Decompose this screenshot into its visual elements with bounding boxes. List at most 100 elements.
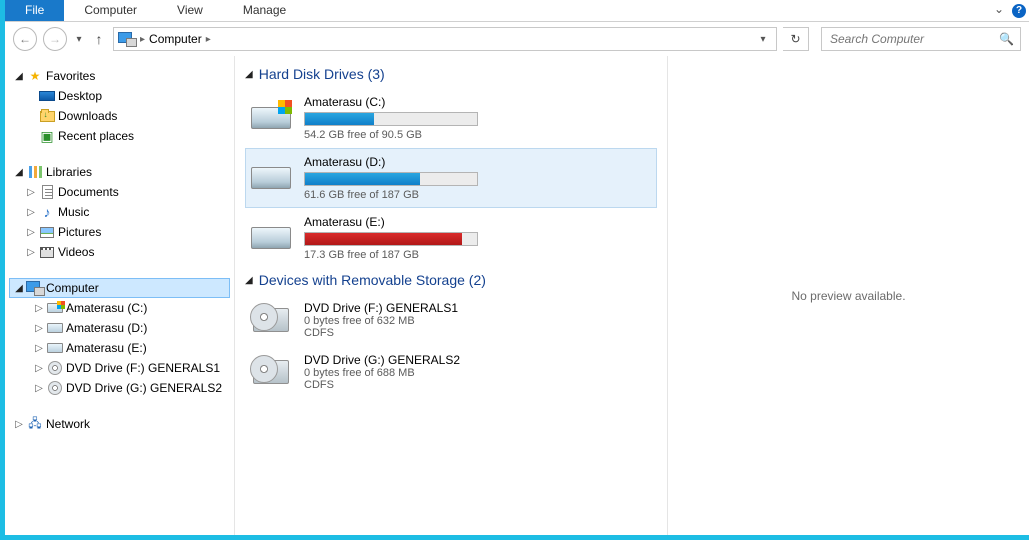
tree-node-downloads[interactable]: Downloads	[9, 106, 230, 126]
expand-icon[interactable]: ▷	[24, 207, 38, 218]
tree-node-drive-e[interactable]: ▷ Amaterasu (E:)	[9, 338, 230, 358]
tree-node-drive-g[interactable]: ▷ DVD Drive (G:) GENERALS2	[9, 378, 230, 398]
hdd-os-icon	[47, 303, 63, 313]
tree-node-favorites[interactable]: ◢ ★ Favorites	[9, 66, 230, 86]
group-header-hdd[interactable]: ◢ Hard Disk Drives (3)	[245, 66, 657, 82]
tree-group-libraries: ◢ Libraries ▷ Documents ▷ ♪ Music ▷	[9, 162, 230, 262]
tree-label: Libraries	[46, 165, 92, 179]
search-input[interactable]	[828, 31, 999, 47]
drive-item[interactable]: Amaterasu (D:) 61.6 GB free of 187 GB	[245, 148, 657, 208]
dvd-icon	[48, 381, 62, 395]
drive-free-text: 0 bytes free of 688 MB	[304, 367, 646, 379]
documents-icon	[42, 185, 53, 199]
hdd-icon	[251, 107, 291, 129]
tree-node-computer[interactable]: ◢ Computer	[9, 278, 230, 298]
computer-icon	[26, 281, 44, 295]
search-icon: 🔍	[999, 32, 1014, 46]
tree-node-drive-d[interactable]: ▷ Amaterasu (D:)	[9, 318, 230, 338]
collapse-icon[interactable]: ◢	[12, 167, 26, 178]
dvd-icon	[253, 308, 289, 332]
tree-node-videos[interactable]: ▷ Videos	[9, 242, 230, 262]
tree-label: Computer	[46, 281, 99, 295]
libraries-icon	[29, 166, 42, 178]
group-header-removable[interactable]: ◢ Devices with Removable Storage (2)	[245, 272, 657, 288]
expand-icon[interactable]: ▷	[32, 363, 46, 374]
drive-name: DVD Drive (F:) GENERALS1	[304, 301, 646, 315]
ribbon-tab-view[interactable]: View	[157, 0, 223, 21]
help-button[interactable]: ?	[1009, 0, 1029, 21]
chevron-right-icon: ▸	[140, 34, 145, 45]
address-history-button[interactable]: ▾	[754, 34, 772, 45]
tree-label: DVD Drive (F:) GENERALS1	[66, 361, 220, 375]
tree-label: Pictures	[58, 225, 101, 239]
expand-icon[interactable]: ▷	[32, 383, 46, 394]
collapse-icon[interactable]: ◢	[12, 283, 26, 294]
tree-node-libraries[interactable]: ◢ Libraries	[9, 162, 230, 182]
chevron-right-icon: ▸	[206, 34, 211, 45]
drive-free-text: 17.3 GB free of 187 GB	[304, 249, 646, 261]
tree-label: DVD Drive (G:) GENERALS2	[66, 381, 222, 395]
computer-icon	[118, 32, 136, 46]
network-icon: 🖧	[26, 416, 44, 432]
tree-label: Network	[46, 417, 90, 431]
tree-node-drive-f[interactable]: ▷ DVD Drive (F:) GENERALS1	[9, 358, 230, 378]
tree-label: Favorites	[46, 69, 95, 83]
tree-node-recent-places[interactable]: ▣ Recent places	[9, 126, 230, 146]
drive-item[interactable]: DVD Drive (F:) GENERALS10 bytes free of …	[245, 294, 657, 346]
up-button[interactable]: ↑	[91, 31, 107, 47]
expand-icon[interactable]: ▷	[24, 247, 38, 258]
tree-node-pictures[interactable]: ▷ Pictures	[9, 222, 230, 242]
refresh-button[interactable]: ↻	[783, 27, 809, 51]
tree-node-music[interactable]: ▷ ♪ Music	[9, 202, 230, 222]
drive-name: Amaterasu (D:)	[304, 155, 646, 169]
search-box[interactable]: 🔍	[821, 27, 1021, 51]
expand-icon[interactable]: ▷	[24, 227, 38, 238]
tree-label: Amaterasu (C:)	[66, 301, 147, 315]
drive-filesystem: CDFS	[304, 327, 646, 339]
expand-icon[interactable]: ▷	[12, 419, 26, 430]
tree-node-documents[interactable]: ▷ Documents	[9, 182, 230, 202]
tree-group-computer: ◢ Computer ▷ Amaterasu (C:) ▷ Amaterasu …	[9, 278, 230, 398]
ribbon: File Computer View Manage ⌄ ?	[5, 0, 1029, 22]
collapse-icon[interactable]: ◢	[245, 69, 253, 80]
hdd-icon	[251, 167, 291, 189]
address-bar[interactable]: ▸ Computer ▸ ▾	[113, 27, 777, 51]
expand-icon[interactable]: ▷	[32, 303, 46, 314]
navigation-tree: ◢ ★ Favorites Desktop Downloads ▣	[5, 56, 235, 535]
drive-name: Amaterasu (E:)	[304, 215, 646, 229]
downloads-icon	[40, 111, 55, 122]
back-button[interactable]: ←	[13, 27, 37, 51]
collapse-icon[interactable]: ◢	[245, 275, 253, 286]
tree-group-favorites: ◢ ★ Favorites Desktop Downloads ▣	[9, 66, 230, 146]
hdd-icon	[47, 323, 63, 333]
recent-locations-button[interactable]: ▾	[73, 34, 85, 45]
forward-button[interactable]: →	[43, 27, 67, 51]
tree-node-drive-c[interactable]: ▷ Amaterasu (C:)	[9, 298, 230, 318]
videos-icon	[40, 247, 54, 258]
expand-icon[interactable]: ▷	[24, 187, 38, 198]
drive-item[interactable]: DVD Drive (G:) GENERALS20 bytes free of …	[245, 346, 657, 398]
preview-pane: No preview available.	[667, 56, 1029, 535]
drive-name: DVD Drive (G:) GENERALS2	[304, 353, 646, 367]
tree-node-desktop[interactable]: Desktop	[9, 86, 230, 106]
expand-icon[interactable]: ▷	[32, 343, 46, 354]
tree-group-network: ▷ 🖧 Network	[9, 414, 230, 434]
usage-bar	[304, 232, 478, 246]
tree-node-network[interactable]: ▷ 🖧 Network	[9, 414, 230, 434]
ribbon-tab-manage[interactable]: Manage	[223, 0, 306, 21]
recent-icon: ▣	[38, 128, 56, 144]
drive-item[interactable]: Amaterasu (C:)54.2 GB free of 90.5 GB	[245, 88, 657, 148]
hdd-icon	[47, 343, 63, 353]
expand-icon[interactable]: ▷	[32, 323, 46, 334]
ribbon-expand-icon[interactable]: ⌄	[989, 0, 1009, 21]
tree-label: Downloads	[58, 109, 117, 123]
drive-item[interactable]: Amaterasu (E:) 17.3 GB free of 187 GB	[245, 208, 657, 268]
ribbon-file-tab[interactable]: File	[5, 0, 64, 21]
star-icon: ★	[26, 68, 44, 84]
ribbon-tab-computer[interactable]: Computer	[64, 0, 157, 21]
music-icon: ♪	[38, 204, 56, 220]
collapse-icon[interactable]: ◢	[12, 71, 26, 82]
drive-name: Amaterasu (C:)	[304, 95, 646, 109]
drive-free-text: 61.6 GB free of 187 GB	[304, 189, 646, 201]
help-icon: ?	[1012, 4, 1026, 18]
